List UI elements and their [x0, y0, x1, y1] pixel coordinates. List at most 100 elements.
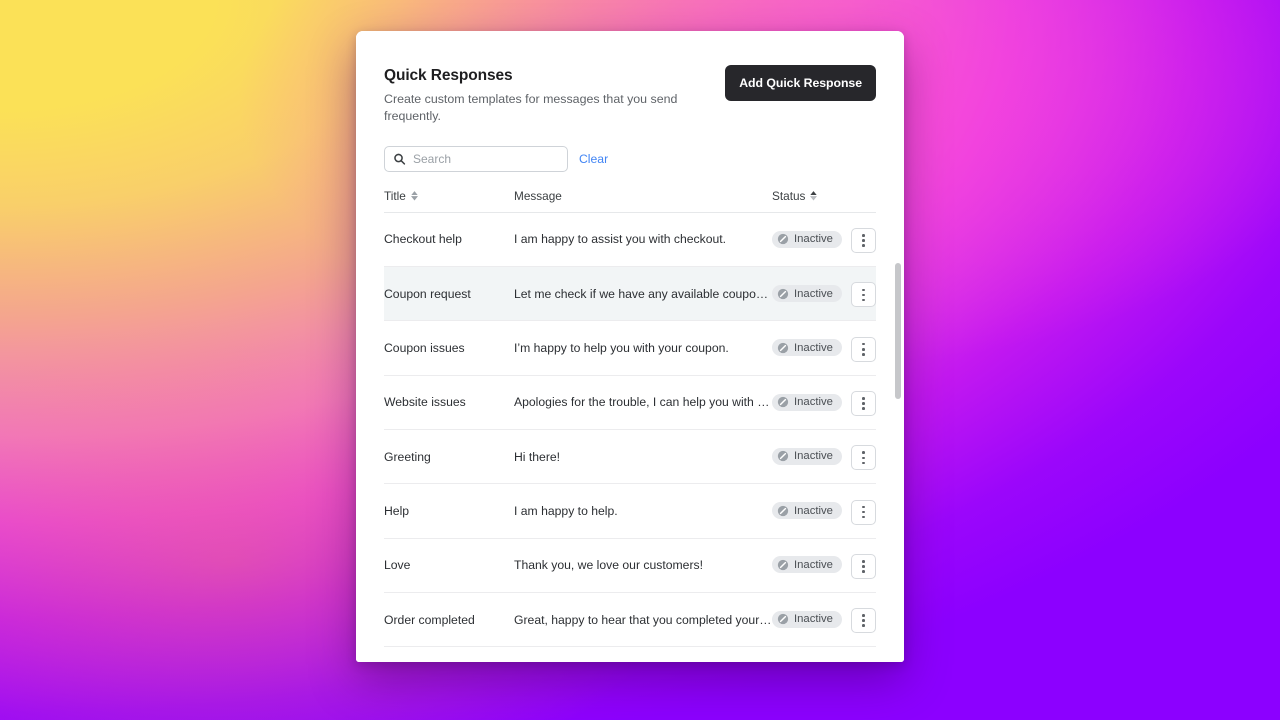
kebab-menu-icon: [862, 407, 865, 410]
cell-title: Greeting: [384, 449, 431, 464]
scrollbar-thumb[interactable]: [895, 263, 901, 399]
row-menu-button[interactable]: [851, 228, 876, 254]
kebab-menu-icon: [862, 397, 865, 400]
search-row: Clear: [384, 145, 876, 172]
column-header-title[interactable]: Title: [384, 188, 514, 213]
cell-status: Inactive: [772, 212, 842, 266]
cell-actions: [842, 267, 876, 321]
status-badge-label: Inactive: [794, 233, 833, 246]
kebab-menu-icon: [862, 515, 865, 519]
cell-actions: [842, 212, 876, 266]
table-row[interactable]: Order laterGreat, please let me know if …: [384, 647, 876, 662]
kebab-menu-icon: [862, 298, 865, 302]
cell-status: Inactive: [772, 267, 842, 321]
page-title: Quick Responses: [384, 67, 513, 84]
cell-status: Inactive: [772, 484, 842, 538]
status-badge-label: Inactive: [794, 504, 833, 517]
slash-circle-icon: [777, 342, 789, 354]
cell-message: I’m happy to help you with your coupon.: [514, 341, 729, 356]
kebab-menu-icon: [862, 624, 865, 628]
app-window-content: Quick Responses Create custom templates …: [356, 31, 904, 662]
status-badge: Inactive: [772, 230, 842, 248]
cell-title: Order completed: [384, 612, 475, 627]
heading-block: Quick Responses Create custom templates …: [384, 65, 707, 126]
add-quick-response-button[interactable]: Add Quick Response: [725, 65, 876, 101]
row-menu-button[interactable]: [851, 499, 876, 525]
kebab-menu-icon: [862, 402, 865, 405]
kebab-menu-icon: [862, 244, 865, 247]
cell-status: Inactive: [772, 430, 842, 484]
slash-circle-icon: [777, 396, 789, 408]
row-menu-button[interactable]: [851, 445, 876, 471]
cell-message: Great, please let me know if you have an…: [514, 647, 772, 662]
quick-responses-table: Title Message Status Checkout help I am …: [384, 188, 876, 662]
clear-search-link[interactable]: Clear: [579, 152, 608, 166]
slash-circle-icon: [777, 450, 789, 462]
cell-message: Hi there!: [514, 449, 561, 464]
column-header-status[interactable]: Status: [772, 188, 842, 213]
cell-status: Inactive: [772, 321, 842, 375]
search-input[interactable]: [413, 151, 567, 166]
table-row[interactable]: Coupon issues I’m happy to help you with …: [384, 321, 876, 376]
table-row[interactable]: Checkout help I am happy to assist you wi…: [384, 212, 876, 267]
app-window: Quick Responses Create custom templates …: [356, 31, 904, 662]
column-header-message: Message: [514, 188, 772, 213]
row-menu-button[interactable]: [851, 391, 876, 416]
page-header: Quick Responses Create custom templates …: [384, 65, 876, 126]
kebab-menu-icon: [862, 288, 865, 292]
table-row[interactable]: Greeting Hi there! Inactive: [384, 430, 876, 484]
kebab-menu-icon: [862, 510, 865, 514]
cell-actions: [842, 647, 876, 662]
status-badge: Inactive: [772, 502, 842, 520]
cell-title: Coupon request: [384, 286, 471, 301]
scrollbar-track[interactable]: [894, 39, 903, 654]
cell-message: I am happy to help.: [514, 503, 618, 518]
sort-icon-title[interactable]: [410, 190, 418, 201]
kebab-menu-icon: [862, 342, 865, 346]
status-badge-label: Inactive: [794, 450, 833, 463]
kebab-menu-icon: [862, 614, 865, 617]
cell-title: Checkout help: [384, 232, 462, 247]
table-row[interactable]: Coupon request Let me check if we have an…: [384, 266, 876, 321]
kebab-menu-icon: [862, 451, 865, 454]
status-badge: Inactive: [772, 393, 842, 411]
row-menu-button[interactable]: [851, 608, 876, 634]
kebab-menu-icon: [862, 347, 865, 351]
cell-title: Coupon issues: [384, 341, 465, 356]
status-badge-label: Inactive: [794, 341, 833, 354]
cell-message: Thank you, we love our customers!: [514, 558, 703, 573]
cell-message: Let me check if we have any available co…: [514, 286, 772, 301]
table-row[interactable]: Order completed Great, happy to hear that…: [384, 592, 876, 647]
search-icon: [393, 152, 406, 165]
kebab-menu-icon: [862, 565, 865, 568]
table-row[interactable]: Love Thank you, we love our customers! Ina…: [384, 538, 876, 593]
cell-status: Inactive: [772, 647, 842, 662]
table-row[interactable]: Website issues Apologies for the trouble,…: [384, 375, 876, 430]
slash-circle-icon: [777, 559, 789, 571]
status-badge: Inactive: [772, 285, 842, 302]
status-badge: Inactive: [772, 339, 842, 357]
status-badge-label: Inactive: [794, 613, 833, 626]
cell-actions: [842, 375, 876, 429]
table-body: Checkout help I am happy to assist you wi…: [384, 212, 876, 662]
search-box[interactable]: [384, 145, 568, 172]
row-menu-button[interactable]: [851, 336, 876, 362]
column-header-message-label: Message: [514, 188, 562, 203]
sort-icon-status[interactable]: [810, 190, 818, 201]
row-menu-button[interactable]: [851, 553, 876, 579]
table-row[interactable]: Help I am happy to help. Inactive: [384, 484, 876, 539]
cell-message: I am happy to assist you with checkout.: [514, 232, 727, 247]
slash-circle-icon: [777, 288, 789, 300]
slash-circle-icon: [777, 233, 789, 245]
status-badge: Inactive: [772, 610, 842, 628]
row-menu-button[interactable]: [851, 282, 876, 308]
cell-actions: [842, 430, 876, 484]
cell-status: Inactive: [772, 538, 842, 592]
cell-title: Love: [384, 558, 411, 573]
cell-actions: [842, 484, 876, 538]
status-badge: Inactive: [772, 556, 842, 574]
status-badge-label: Inactive: [794, 287, 833, 300]
slash-circle-icon: [777, 505, 789, 517]
cell-status: Inactive: [772, 592, 842, 646]
kebab-menu-icon: [862, 456, 865, 460]
